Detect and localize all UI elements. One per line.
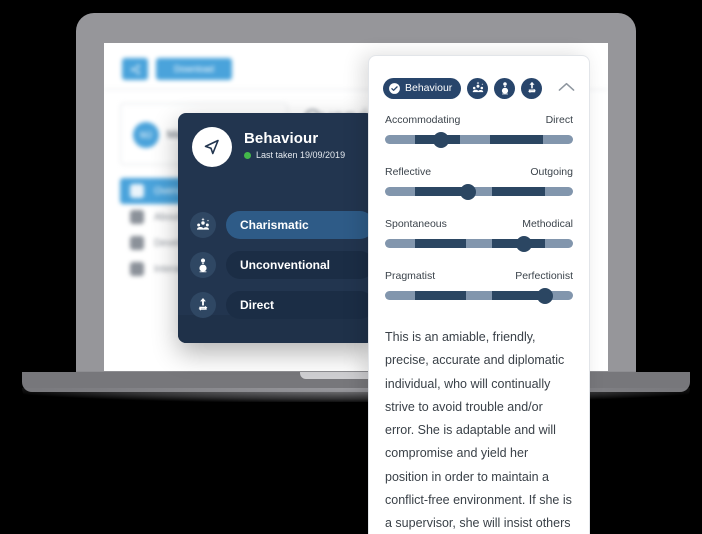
sprout-icon (130, 236, 144, 250)
screenshot-root: Download MJ Matt Jones Overview Overview (0, 0, 702, 534)
behaviour-chip[interactable]: Behaviour (383, 77, 462, 99)
chevron-up-icon[interactable] (558, 79, 575, 97)
trait-pill-direct[interactable]: Direct (226, 291, 374, 319)
slider-knob[interactable] (433, 131, 450, 148)
group-sparkle-icon (190, 212, 216, 238)
slider-spontaneous-methodical[interactable]: Spontaneous Methodical (385, 218, 573, 252)
compass-icon (192, 127, 232, 167)
slider-left-label: Accommodating (385, 114, 461, 126)
info-icon (130, 210, 144, 224)
lightbulb-person-icon (190, 252, 216, 278)
slider-track[interactable] (385, 235, 573, 252)
behaviour-detail-panel: Behaviour Accommodating Direct Reflectiv… (368, 55, 590, 534)
slider-reflective-outgoing[interactable]: Reflective Outgoing (385, 166, 573, 200)
panel-header: Behaviour (383, 68, 575, 108)
slider-left-label: Spontaneous (385, 218, 447, 230)
trait-label: Direct (240, 298, 275, 312)
green-dot-icon (244, 151, 251, 159)
slider-right-label: Methodical (522, 218, 573, 230)
arrow-up-exchange-icon[interactable] (521, 77, 543, 99)
trait-sliders: Accommodating Direct Reflective Outgoing (369, 108, 589, 304)
chat-icon (130, 262, 144, 276)
slider-right-label: Outgoing (530, 166, 573, 178)
group-sparkle-icon[interactable] (467, 77, 489, 99)
slider-track[interactable] (385, 287, 573, 304)
slider-accommodating-direct[interactable]: Accommodating Direct (385, 114, 573, 148)
behaviour-description: This is an amiable, friendly, precise, a… (385, 330, 572, 530)
behaviour-card-title: Behaviour (244, 130, 319, 147)
download-button[interactable]: Download (156, 58, 232, 80)
trait-label: Charismatic (240, 218, 309, 232)
trait-list: Charismatic Unconventional Direct (190, 211, 374, 331)
behaviour-card-header: Behaviour Last taken 19/09/2019 (192, 127, 345, 167)
lightbulb-person-icon[interactable] (494, 77, 516, 99)
slider-track[interactable] (385, 131, 573, 148)
check-circle-icon (389, 82, 400, 94)
avatar: MJ (133, 122, 159, 148)
share-button[interactable] (122, 58, 148, 80)
last-taken-label: Last taken 19/09/2019 (256, 150, 346, 160)
trait-row[interactable]: Unconventional (190, 251, 374, 279)
trait-pill-charismatic[interactable]: Charismatic (226, 211, 374, 239)
slider-knob[interactable] (536, 287, 553, 304)
behaviour-card: Behaviour Last taken 19/09/2019 Charisma… (178, 113, 374, 343)
trait-label: Unconventional (240, 258, 331, 272)
slider-track[interactable] (385, 183, 573, 200)
behaviour-chip-label: Behaviour (405, 82, 453, 94)
slider-right-label: Perfectionist (515, 270, 573, 282)
trait-row[interactable]: Charismatic (190, 211, 374, 239)
user-icon (130, 184, 144, 198)
share-icon (130, 64, 140, 74)
slider-pragmatist-perfectionist[interactable]: Pragmatist Perfectionist (385, 270, 573, 304)
trait-row[interactable]: Direct (190, 291, 374, 319)
sidebar-item-label: About (154, 211, 181, 223)
slider-left-label: Pragmatist (385, 270, 436, 282)
download-button-label: Download (173, 64, 215, 74)
arrow-up-exchange-icon (190, 292, 216, 318)
slider-left-label: Reflective (385, 166, 432, 178)
trait-pill-unconventional[interactable]: Unconventional (226, 251, 374, 279)
slider-knob[interactable] (516, 235, 533, 252)
behaviour-card-subtitle: Last taken 19/09/2019 (244, 150, 345, 160)
slider-right-label: Direct (545, 114, 573, 126)
slider-knob[interactable] (459, 183, 476, 200)
avatar-initials: MJ (140, 130, 152, 140)
